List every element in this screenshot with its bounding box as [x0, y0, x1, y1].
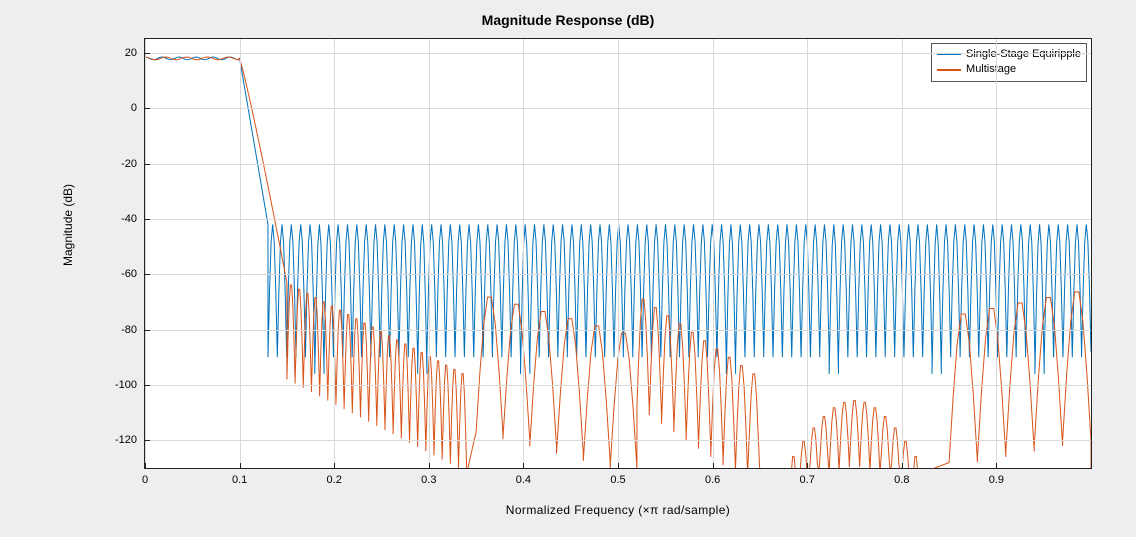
legend-label: Single-Stage Equiripple	[966, 47, 1081, 62]
x-tick	[429, 463, 430, 468]
x-tick	[807, 463, 808, 468]
y-tick-label: -40	[121, 213, 137, 225]
x-tick	[145, 463, 146, 468]
x-tick-label: 0.5	[610, 474, 625, 486]
x-grid-line	[523, 39, 524, 468]
figure-container: Magnitude Response (dB) Magnitude (dB) N…	[24, 10, 1112, 521]
x-grid-line	[807, 39, 808, 468]
y-grid-line	[145, 440, 1091, 441]
y-tick-label: -80	[121, 324, 137, 336]
y-tick-label: -120	[115, 434, 137, 446]
legend-item-multistage: Multistage	[937, 62, 1081, 77]
x-tick-label: 0.1	[232, 474, 247, 486]
y-tick	[145, 330, 150, 331]
y-grid-line	[145, 108, 1091, 109]
x-tick-label: 0.7	[800, 474, 815, 486]
y-tick	[145, 274, 150, 275]
plot-axes[interactable]: Single-Stage Equiripple Multistage 00.10…	[144, 38, 1092, 469]
x-grid-line	[334, 39, 335, 468]
x-tick	[996, 463, 997, 468]
x-grid-line	[240, 39, 241, 468]
y-tick-label: 0	[131, 102, 137, 114]
x-tick-label: 0.4	[516, 474, 531, 486]
y-tick	[145, 385, 150, 386]
y-tick	[145, 440, 150, 441]
legend-swatch-icon	[937, 69, 961, 70]
y-tick-label: -100	[115, 379, 137, 391]
y-tick	[145, 164, 150, 165]
x-tick	[618, 463, 619, 468]
x-grid-line	[713, 39, 714, 468]
x-tick-label: 0.2	[327, 474, 342, 486]
chart-title: Magnitude Response (dB)	[24, 12, 1112, 28]
y-grid-line	[145, 385, 1091, 386]
x-tick-label: 0.8	[894, 474, 909, 486]
x-grid-line	[996, 39, 997, 468]
x-grid-line	[429, 39, 430, 468]
y-grid-line	[145, 330, 1091, 331]
y-tick	[145, 108, 150, 109]
x-grid-line	[618, 39, 619, 468]
chart-legend[interactable]: Single-Stage Equiripple Multistage	[931, 43, 1087, 82]
y-grid-line	[145, 164, 1091, 165]
y-tick-label: -20	[121, 158, 137, 170]
y-tick	[145, 53, 150, 54]
x-axis-label: Normalized Frequency (×π rad/sample)	[144, 503, 1092, 517]
legend-item-equiripple: Single-Stage Equiripple	[937, 47, 1081, 62]
x-tick-label: 0.6	[705, 474, 720, 486]
x-tick	[713, 463, 714, 468]
y-tick-label: 20	[125, 47, 137, 59]
x-tick-label: 0.9	[989, 474, 1004, 486]
x-tick-label: 0.3	[421, 474, 436, 486]
legend-label: Multistage	[966, 62, 1016, 77]
x-tick	[334, 463, 335, 468]
y-axis-label: Magnitude (dB)	[61, 183, 75, 265]
y-tick-label: -60	[121, 268, 137, 280]
y-grid-line	[145, 53, 1091, 54]
y-tick	[145, 219, 150, 220]
x-tick	[240, 463, 241, 468]
y-grid-line	[145, 219, 1091, 220]
x-grid-line	[145, 39, 146, 468]
x-tick	[902, 463, 903, 468]
y-grid-line	[145, 274, 1091, 275]
x-grid-line	[902, 39, 903, 468]
x-tick	[523, 463, 524, 468]
legend-swatch-icon	[937, 54, 961, 55]
x-tick-label: 0	[142, 474, 148, 486]
